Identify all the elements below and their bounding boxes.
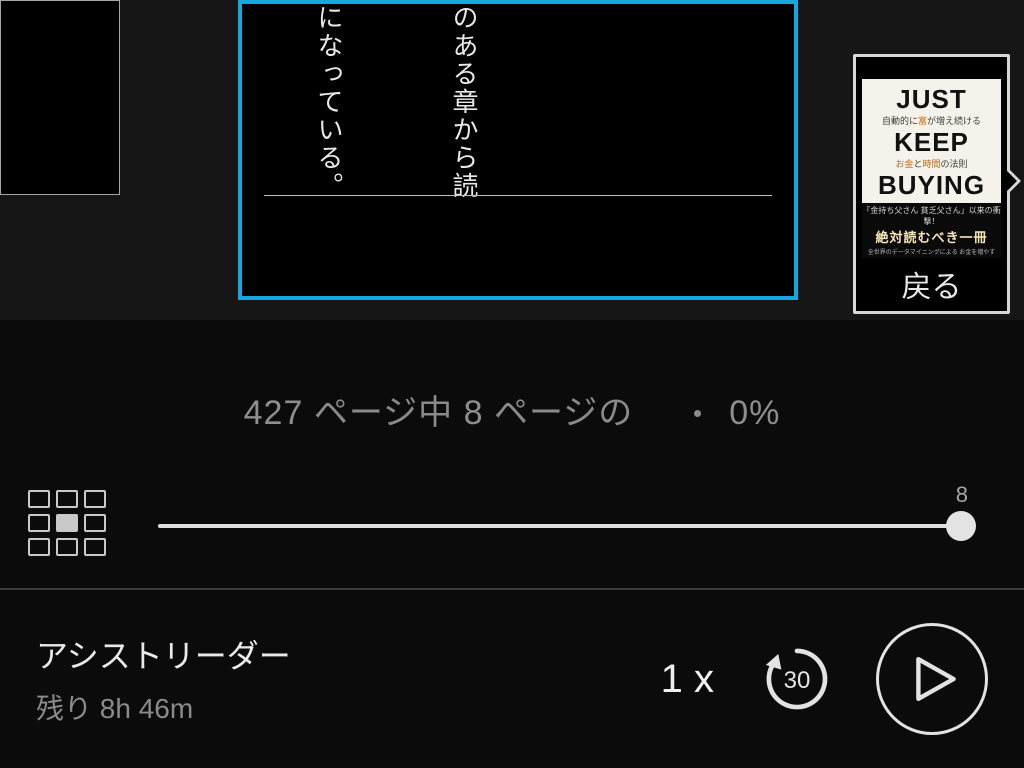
remaining-time-label: 残り 8h 46m	[36, 687, 661, 727]
cover-subtitle-2: お金と時間の法則	[895, 157, 967, 170]
cover-title-line-3: BUYING	[878, 171, 985, 199]
cover-top-strip	[856, 57, 1007, 79]
page-text-column-2: になっている。	[309, 4, 349, 202]
playback-info: アシストリーダー 残り 8h 46m	[0, 631, 661, 727]
cover-subtitle-1: 自動的に富が増え続ける	[882, 114, 981, 127]
page-slider-row: 8	[0, 510, 1024, 570]
previous-page-thumbnail[interactable]	[0, 0, 120, 195]
page-text-column-1: のある章から読	[444, 4, 484, 209]
cover-preview-card: JUST 自動的に富が増え続ける KEEP お金と時間の法則 BUYING 「金…	[853, 54, 1010, 314]
slider-handle[interactable]	[946, 511, 976, 541]
play-icon	[914, 657, 958, 701]
cover-obi: 「金持ち父さん 貧乏父さん」以来の衝撃！ 絶対読むべき一冊 全世界のデータマイニ…	[862, 203, 1001, 258]
page-slider[interactable]: 8	[158, 524, 962, 528]
current-page[interactable]: のある章から読 になっている。	[238, 0, 798, 300]
playback-mode-label: アシストリーダー	[36, 631, 661, 677]
play-button[interactable]	[876, 623, 988, 735]
playback-bar: アシストリーダー 残り 8h 46m 1 x 30	[0, 588, 1024, 768]
page-progress-label: 427 ページ中 8 ページの 0%	[0, 385, 1024, 434]
skip-seconds-label: 30	[758, 640, 836, 718]
cover-content: JUST 自動的に富が増え続ける KEEP お金と時間の法則 BUYING 「金…	[862, 79, 1001, 251]
page-horizontal-rule	[264, 195, 772, 196]
playback-speed-button[interactable]: 1 x	[661, 657, 714, 702]
slider-tick-label: 8	[956, 482, 968, 508]
grid-view-icon[interactable]	[28, 490, 118, 565]
cover-title-line-2: KEEP	[894, 128, 969, 156]
back-button[interactable]: 戻る	[856, 265, 1007, 311]
cover-arrow-icon-inner	[1006, 170, 1017, 192]
skip-back-30-button[interactable]: 30	[758, 640, 836, 718]
cover-title-line-1: JUST	[896, 85, 966, 113]
dot-separator-icon	[694, 410, 701, 417]
